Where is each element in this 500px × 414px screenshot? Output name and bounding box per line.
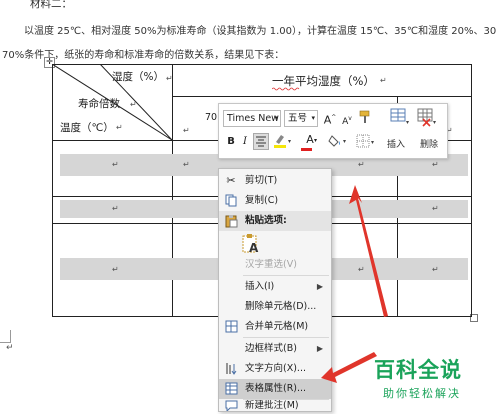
watermark-subtitle: 助你轻松解决 bbox=[383, 387, 461, 400]
arrow-to-merge-cells bbox=[349, 185, 388, 317]
watermark-title: 百科全说 bbox=[374, 358, 462, 382]
arrow-to-table-properties bbox=[321, 352, 377, 383]
annotation-arrows bbox=[321, 185, 388, 383]
